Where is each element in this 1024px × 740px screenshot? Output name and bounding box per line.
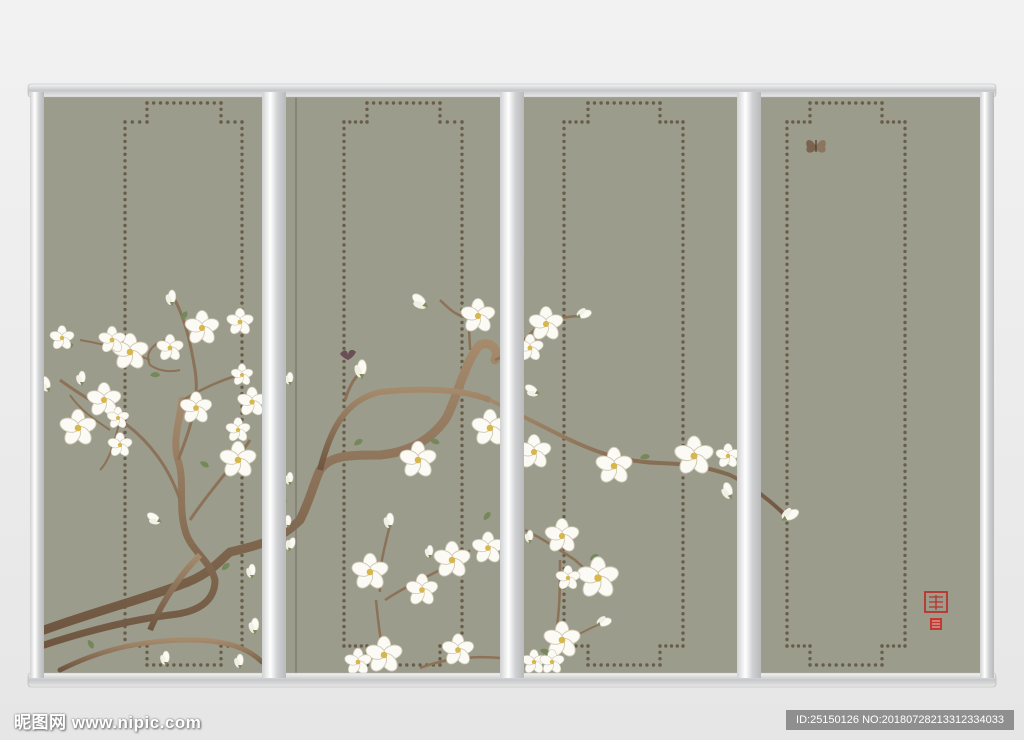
framed-mural-artwork (27, 83, 997, 688)
butterfly (806, 139, 826, 153)
image-id-watermark: ID:25150126 NO:20180728213312334033 (786, 710, 1014, 730)
site-watermark: 昵图网 www.nipic.com (14, 713, 202, 732)
